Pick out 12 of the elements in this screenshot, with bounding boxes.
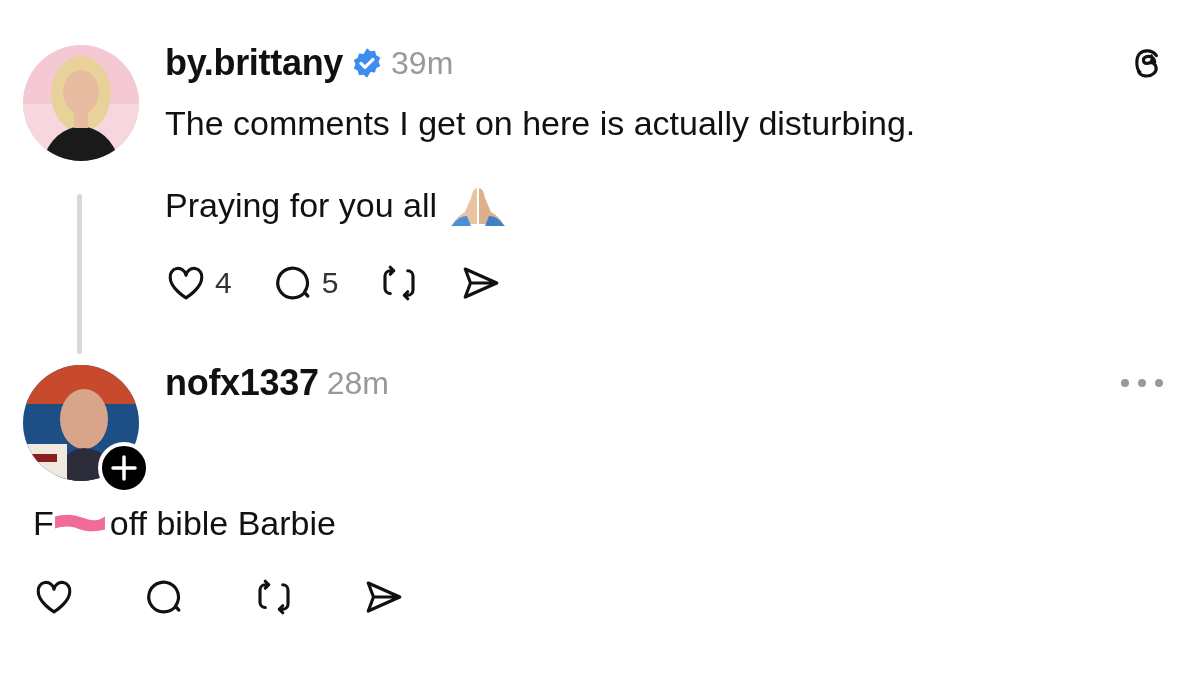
post-time: 28m (326, 364, 389, 402)
more-options-icon[interactable] (1120, 378, 1164, 388)
censor-mark (53, 512, 106, 534)
post-time: 39m (391, 44, 454, 82)
post-text: F (33, 503, 54, 544)
username[interactable]: nofx1337 (165, 362, 319, 404)
like-count: 4 (215, 266, 232, 300)
username[interactable]: by.brittany (165, 42, 344, 84)
post-text: Praying for you all (165, 185, 438, 226)
post-text: The comments I get on here is actually disturbing. (165, 103, 916, 144)
reply-count: 5 (321, 266, 339, 300)
post-text: off bible Barbie (109, 503, 336, 544)
